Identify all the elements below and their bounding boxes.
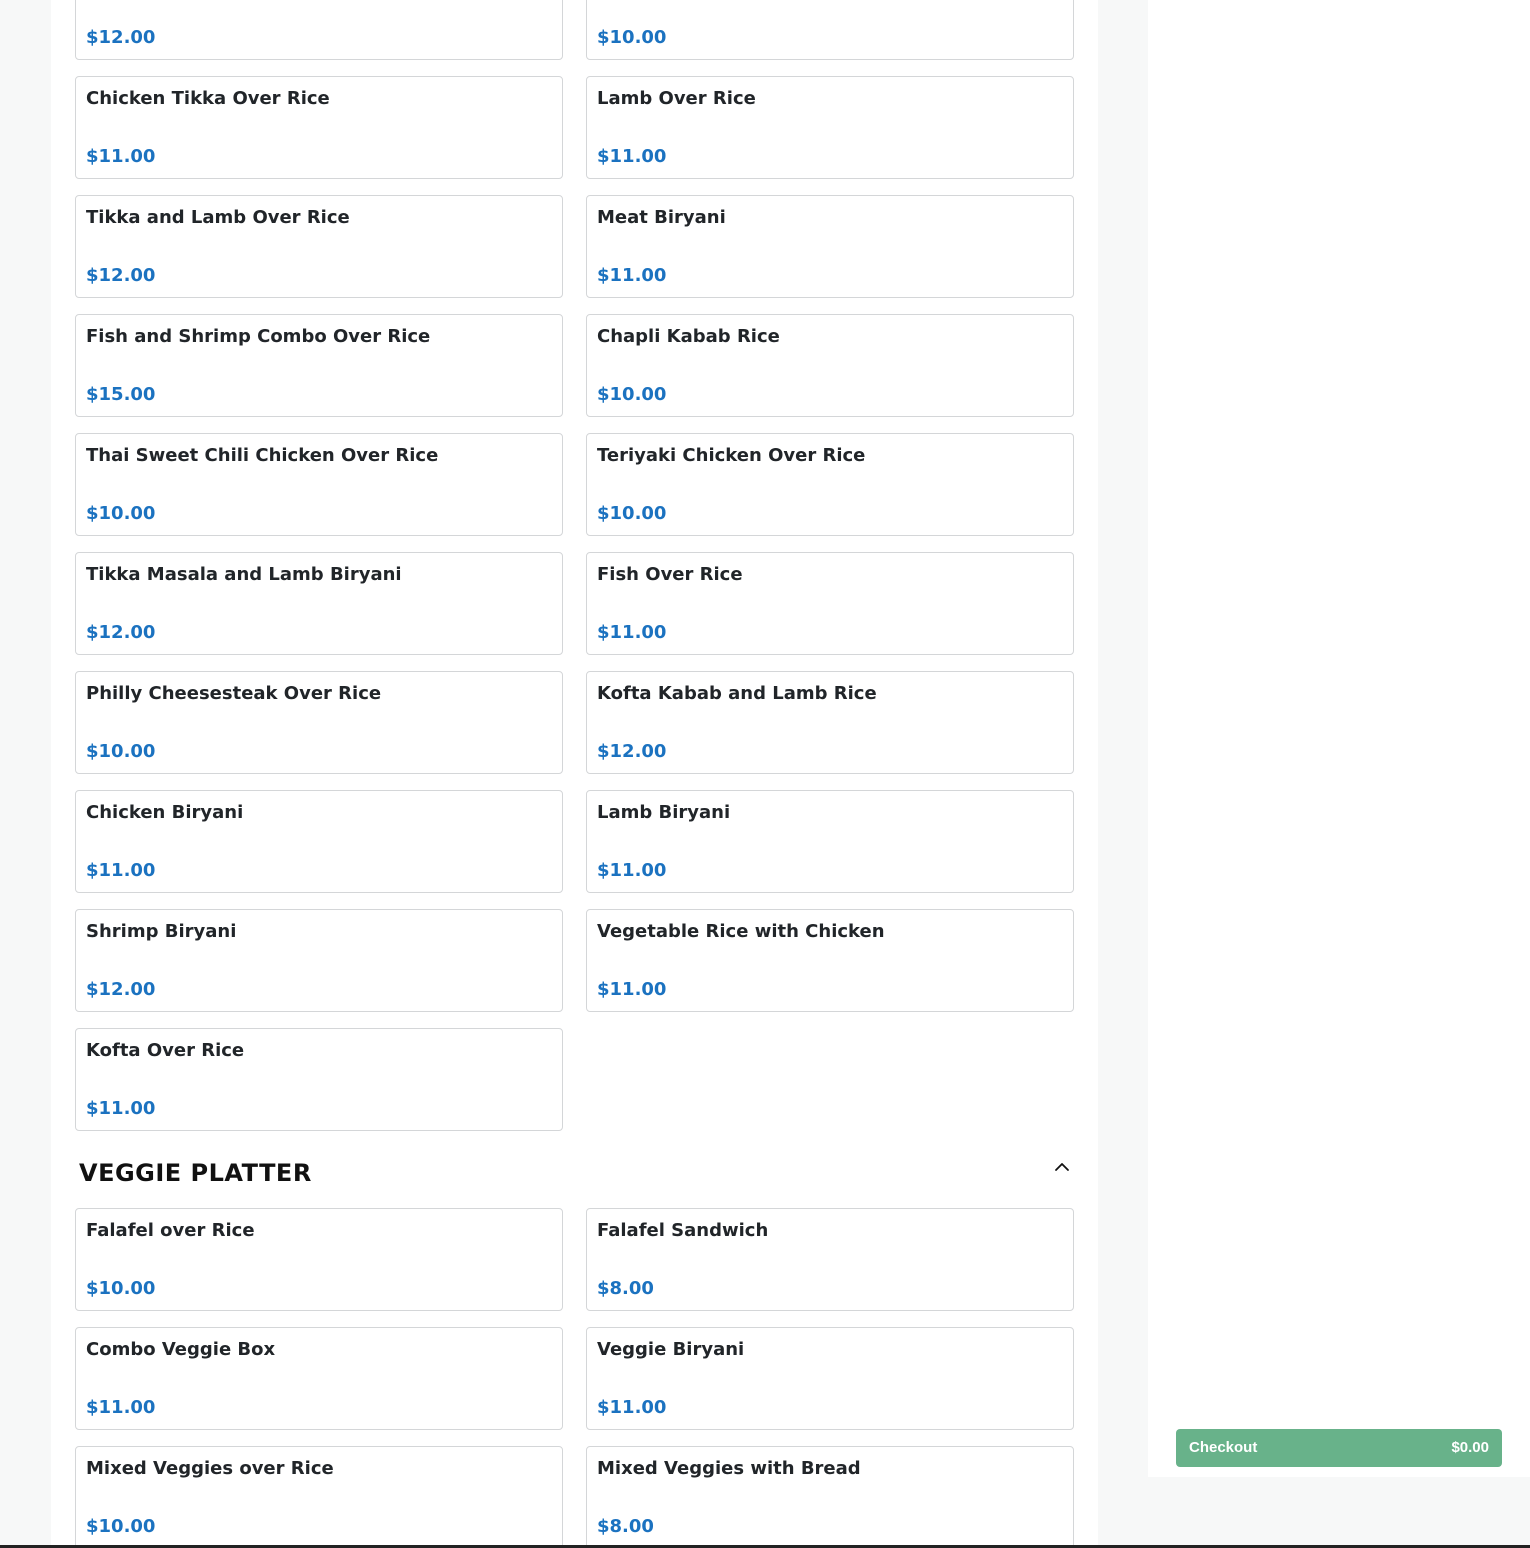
item-name: Falafel over Rice (86, 1220, 255, 1241)
item-price: $11.00 (597, 1397, 667, 1418)
veggie-items-grid: Falafel over Rice $10.00 Falafel Sandwich $… (75, 1208, 1074, 1548)
item-name: Vegetable Rice with Chicken (597, 921, 885, 942)
menu-item-card[interactable]: Fish Over Rice $11.00 (586, 552, 1074, 655)
item-price: $11.00 (86, 1098, 156, 1119)
chevron-up-icon[interactable] (1054, 1159, 1070, 1175)
menu-item-card[interactable]: Falafel Sandwich $8.00 (586, 1208, 1074, 1311)
item-price: $8.00 (597, 1278, 654, 1299)
menu-item-card[interactable]: Meat Biryani $11.00 (586, 195, 1074, 298)
item-name: Fish and Shrimp Combo Over Rice (86, 326, 431, 347)
menu-item-card[interactable]: Kofta Over Rice $11.00 (75, 1028, 563, 1131)
menu-item-card[interactable]: Vegetable Rice with Chicken $11.00 (586, 909, 1074, 1012)
section-title: VEGGIE PLATTER (79, 1159, 312, 1187)
menu-item-card[interactable]: Philly Cheesesteak Over Rice $10.00 (75, 671, 563, 774)
item-price: $10.00 (86, 503, 156, 524)
item-name: Thai Sweet Chili Chicken Over Rice (86, 445, 439, 466)
menu-items-grid: $12.00 $10.00 Chicken Tikka Over Rice $11.0… (75, 0, 1074, 1131)
item-name: Lamb Biryani (597, 802, 731, 823)
menu-item-card[interactable]: Lamb Biryani $11.00 (586, 790, 1074, 893)
menu-item-card[interactable]: Fish and Shrimp Combo Over Rice $15.00 (75, 314, 563, 417)
item-name: Combo Veggie Box (86, 1339, 276, 1360)
item-name: Lamb Over Rice (597, 88, 756, 109)
menu-item-card[interactable]: $12.00 (75, 0, 563, 60)
item-name: Kofta Over Rice (86, 1040, 245, 1061)
section-header-veggie-platter[interactable]: VEGGIE PLATTER (75, 1150, 1074, 1196)
item-price: $12.00 (86, 979, 156, 1000)
item-name: Chapli Kabab Rice (597, 326, 780, 347)
item-price: $11.00 (86, 146, 156, 167)
item-name: Veggie Biryani (597, 1339, 745, 1360)
menu-item-card[interactable]: Tikka and Lamb Over Rice $12.00 (75, 195, 563, 298)
menu-item-card[interactable]: Teriyaki Chicken Over Rice $10.00 (586, 433, 1074, 536)
item-price: $15.00 (86, 384, 156, 405)
menu-item-card[interactable]: Thai Sweet Chili Chicken Over Rice $10.00 (75, 433, 563, 536)
item-price: $10.00 (86, 741, 156, 762)
page: $12.00 $10.00 Chicken Tikka Over Rice $11.0… (0, 0, 1530, 1548)
item-name: Mixed Veggies with Bread (597, 1458, 861, 1479)
item-price: $10.00 (597, 384, 667, 405)
item-price: $10.00 (597, 27, 667, 48)
menu-item-card[interactable]: Lamb Over Rice $11.00 (586, 76, 1074, 179)
menu-item-card[interactable]: Falafel over Rice $10.00 (75, 1208, 563, 1311)
item-price: $12.00 (86, 265, 156, 286)
item-name: Falafel Sandwich (597, 1220, 769, 1241)
item-price: $12.00 (86, 622, 156, 643)
menu-item-card[interactable]: Mixed Veggies over Rice $10.00 (75, 1446, 563, 1548)
item-name: Chicken Tikka Over Rice (86, 88, 330, 109)
item-name: Tikka Masala and Lamb Biryani (86, 564, 402, 585)
item-name: Tikka and Lamb Over Rice (86, 207, 350, 228)
menu-item-card[interactable]: Chicken Biryani $11.00 (75, 790, 563, 893)
menu-item-card[interactable]: Shrimp Biryani $12.00 (75, 909, 563, 1012)
item-name: Teriyaki Chicken Over Rice (597, 445, 866, 466)
item-price: $11.00 (597, 860, 667, 881)
item-name: Kofta Kabab and Lamb Rice (597, 683, 877, 704)
item-price: $10.00 (597, 503, 667, 524)
item-price: $11.00 (597, 979, 667, 1000)
item-price: $12.00 (597, 741, 667, 762)
item-price: $11.00 (597, 146, 667, 167)
item-price: $8.00 (597, 1516, 654, 1537)
cart-sidebar (1148, 0, 1530, 1477)
item-price: $10.00 (86, 1278, 156, 1299)
item-name: Mixed Veggies over Rice (86, 1458, 334, 1479)
menu-item-card[interactable]: $10.00 (586, 0, 1074, 60)
item-price: $12.00 (86, 27, 156, 48)
menu-item-card[interactable]: Chapli Kabab Rice $10.00 (586, 314, 1074, 417)
item-price: $11.00 (597, 265, 667, 286)
item-name: Chicken Biryani (86, 802, 244, 823)
menu-item-card[interactable]: Chicken Tikka Over Rice $11.00 (75, 76, 563, 179)
checkout-button[interactable]: Checkout $0.00 (1176, 1429, 1502, 1467)
menu-item-card[interactable]: Veggie Biryani $11.00 (586, 1327, 1074, 1430)
item-name: Shrimp Biryani (86, 921, 237, 942)
checkout-label: Checkout (1189, 1439, 1258, 1456)
item-price: $11.00 (86, 860, 156, 881)
menu-item-card[interactable]: Tikka Masala and Lamb Biryani $12.00 (75, 552, 563, 655)
menu-item-card[interactable]: Combo Veggie Box $11.00 (75, 1327, 563, 1430)
menu-item-card[interactable]: Kofta Kabab and Lamb Rice $12.00 (586, 671, 1074, 774)
menu-item-card[interactable]: Mixed Veggies with Bread $8.00 (586, 1446, 1074, 1548)
item-name: Philly Cheesesteak Over Rice (86, 683, 382, 704)
item-price: $10.00 (86, 1516, 156, 1537)
menu-panel: $12.00 $10.00 Chicken Tikka Over Rice $11.0… (51, 0, 1098, 1548)
item-price: $11.00 (597, 622, 667, 643)
checkout-total: $0.00 (1451, 1439, 1489, 1456)
item-name: Fish Over Rice (597, 564, 743, 585)
item-price: $11.00 (86, 1397, 156, 1418)
item-name: Meat Biryani (597, 207, 726, 228)
